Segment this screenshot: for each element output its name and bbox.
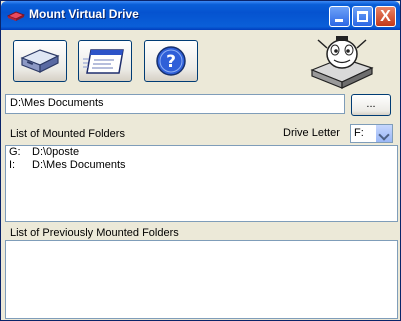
list-item[interactable]: I: D:\Mes Documents bbox=[6, 159, 397, 172]
drive-letter-label: Drive Letter bbox=[283, 127, 340, 139]
mounted-header: List of Mounted Folders Drive Letter F: bbox=[5, 124, 398, 144]
minimize-icon bbox=[335, 19, 343, 22]
folder-path-input[interactable]: D:\Mes Documents bbox=[5, 94, 345, 114]
mount-drive-button[interactable] bbox=[13, 40, 67, 82]
drive-letter: G: bbox=[9, 146, 21, 158]
title-bar[interactable]: Mount Virtual Drive X bbox=[1, 1, 400, 30]
previous-folders-label: List of Previously Mounted Folders bbox=[10, 227, 179, 239]
list-item[interactable]: G: D:\0poste bbox=[6, 146, 397, 159]
browse-button[interactable]: ... bbox=[351, 94, 391, 116]
drive-icon bbox=[20, 49, 60, 73]
drive-letter-value: F: bbox=[354, 127, 364, 139]
chevron-down-icon[interactable] bbox=[375, 125, 392, 142]
help-icon: ? bbox=[156, 46, 186, 76]
previous-header: List of Previously Mounted Folders bbox=[5, 224, 398, 241]
drive-letter: I: bbox=[9, 159, 16, 171]
previous-folders-list[interactable] bbox=[5, 240, 398, 319]
window-icon bbox=[83, 49, 124, 74]
maximize-button[interactable] bbox=[352, 6, 373, 27]
help-button[interactable]: ? bbox=[144, 40, 198, 82]
mounted-folders-label: List of Mounted Folders bbox=[10, 128, 125, 140]
close-icon: X bbox=[380, 8, 391, 25]
minimize-button[interactable] bbox=[329, 6, 350, 27]
svg-text:?: ? bbox=[166, 52, 176, 72]
close-button[interactable]: X bbox=[375, 6, 396, 27]
mounted-folders-list[interactable]: G: D:\0poste I: D:\Mes Documents bbox=[5, 145, 398, 222]
window-button[interactable] bbox=[78, 40, 132, 82]
folder-path: D:\0poste bbox=[32, 146, 80, 158]
maximize-icon bbox=[357, 11, 368, 22]
mascot-drive-image bbox=[310, 36, 374, 89]
app-window: Mount Virtual Drive X ? D:\Mes Documents… bbox=[0, 0, 401, 321]
client-area: ? D:\Mes Documents ... List of Mounted F… bbox=[4, 30, 399, 319]
app-drive-icon bbox=[7, 11, 25, 21]
drive-letter-select[interactable]: F: bbox=[350, 124, 393, 143]
folder-path: D:\Mes Documents bbox=[32, 159, 126, 171]
window-title: Mount Virtual Drive bbox=[29, 7, 139, 21]
